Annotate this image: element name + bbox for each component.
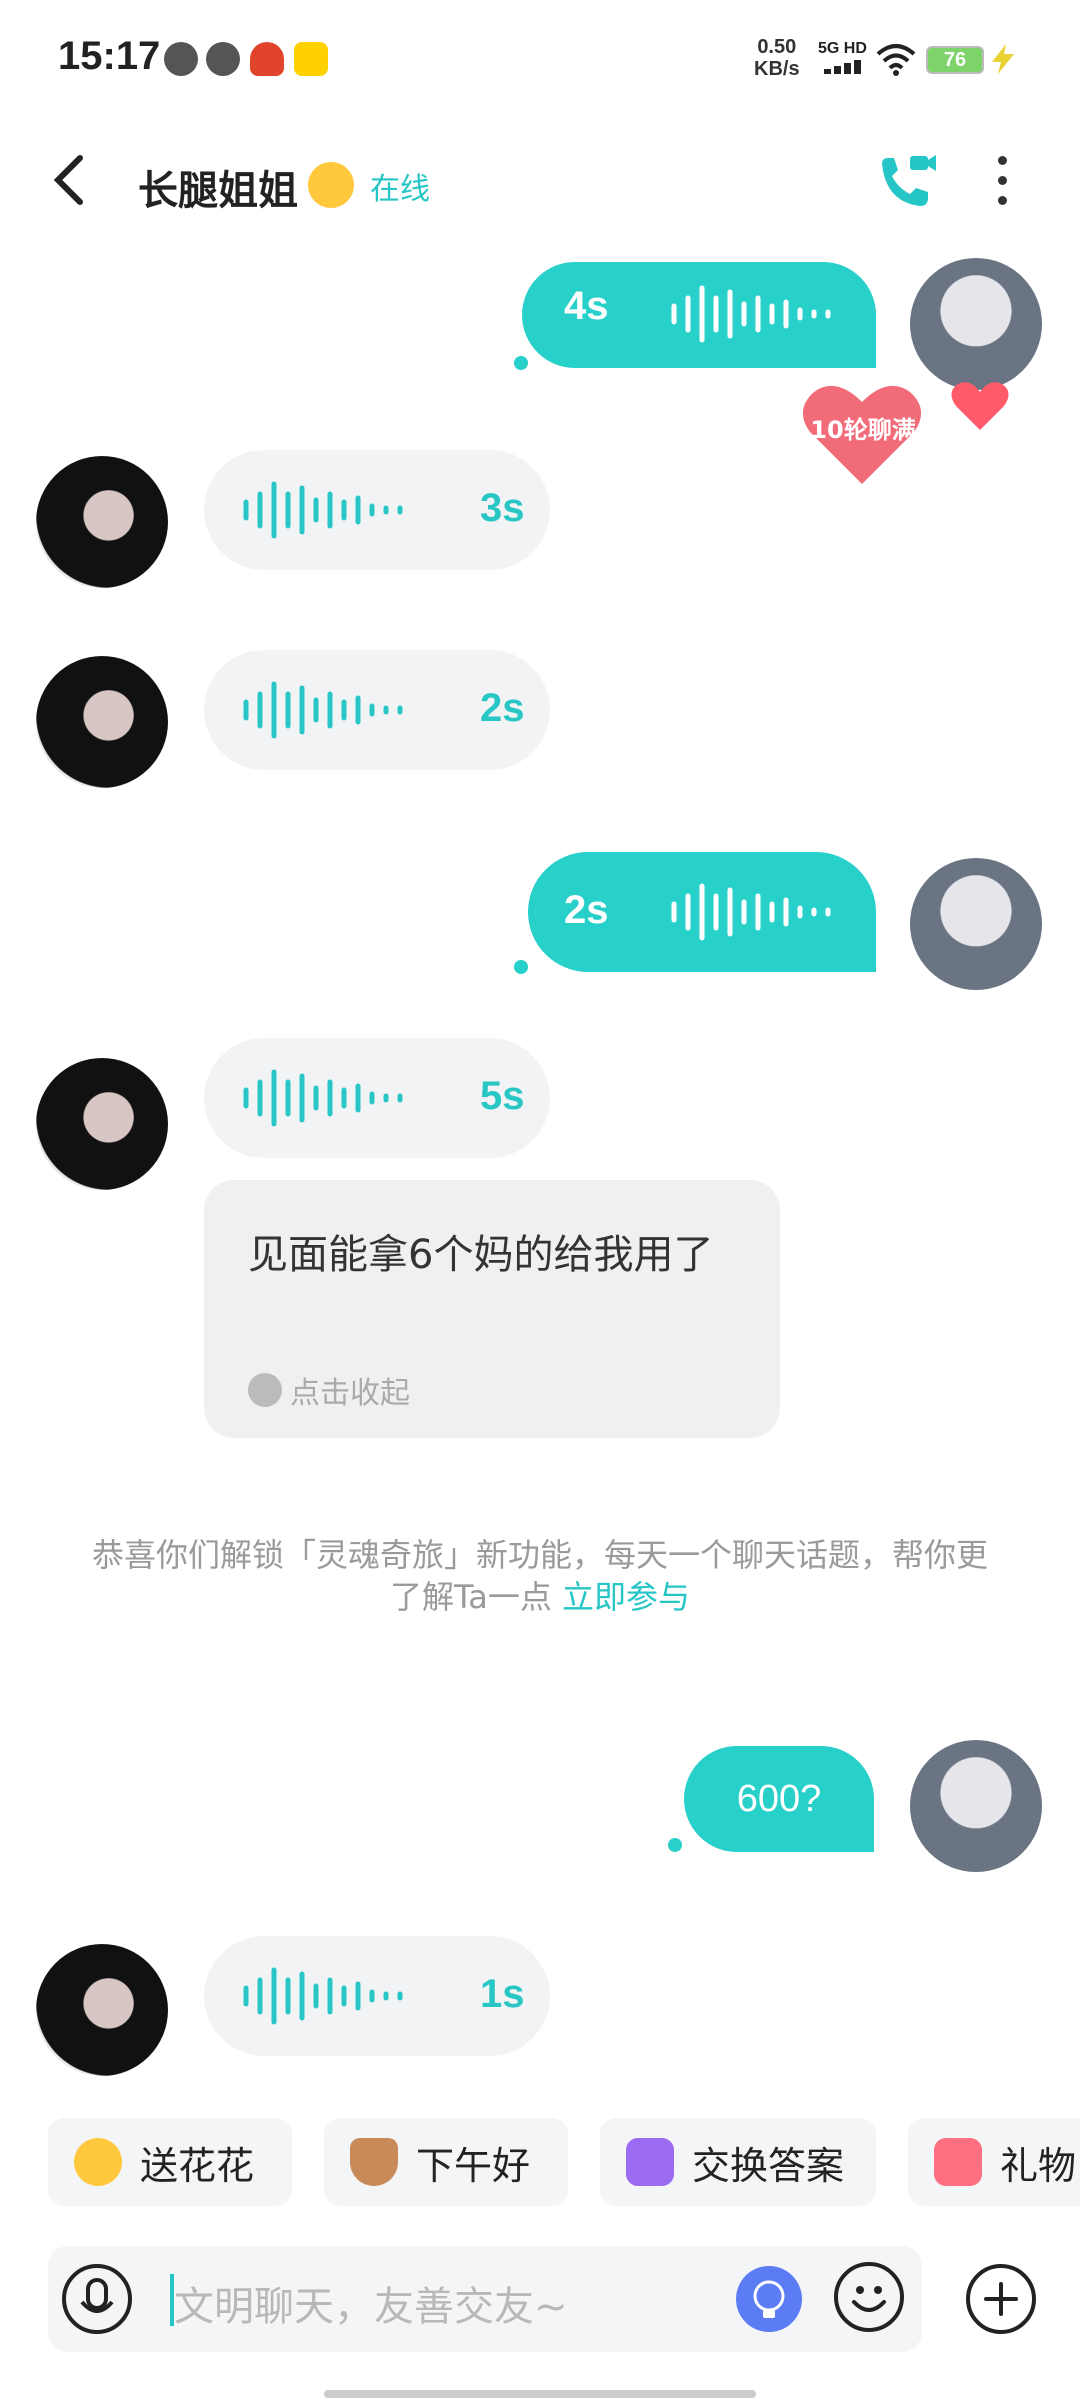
online-status: 在线 — [370, 172, 430, 207]
voice-duration: 1s — [480, 1972, 525, 2016]
more-menu-icon[interactable] — [990, 152, 1014, 208]
message-icon — [206, 42, 240, 76]
voice-input-icon[interactable] — [62, 2264, 132, 2334]
voice-duration: 2s — [564, 888, 609, 932]
voice-wave-icon — [671, 285, 831, 343]
unread-dot — [514, 356, 528, 370]
heart-badge-label: 10轮聊满 — [810, 416, 916, 444]
check-icon — [248, 1373, 282, 1407]
signal-label: 5G HD — [818, 40, 867, 57]
video-call-icon[interactable] — [876, 150, 938, 212]
my-avatar[interactable] — [910, 1740, 1042, 1872]
home-indicator[interactable] — [324, 2390, 756, 2398]
back-arrow-icon[interactable] — [46, 150, 96, 210]
incoming-voice-message[interactable]: 3s — [204, 450, 550, 570]
wechat-icon — [164, 42, 198, 76]
system-notice-text: 恭喜你们解锁「灵魂奇旅」新功能，每天一个聊天话题，帮你更了解Ta一点 — [91, 1536, 988, 1616]
voice-wave-icon — [243, 681, 403, 739]
unread-dot — [668, 1838, 682, 1852]
kiss-emoji-icon — [308, 162, 354, 208]
voice-duration: 5s — [480, 1074, 525, 1118]
message-input[interactable]: 文明聊天，友善交友~ — [174, 2274, 568, 2332]
message-input-bar: 文明聊天，友善交友~ — [48, 2246, 922, 2352]
voice-wave-icon — [243, 481, 403, 539]
join-link[interactable]: 立即参与 — [562, 1578, 690, 1616]
wifi-icon — [876, 44, 916, 76]
my-avatar[interactable] — [910, 858, 1042, 990]
coffee-icon — [350, 2138, 398, 2186]
status-bar: 15:17 0.50 KB/s 5G HD 76 — [0, 0, 1080, 120]
collapse-label: 点击收起 — [290, 1376, 410, 1411]
chip-gift[interactable]: 礼物 — [908, 2118, 1080, 2206]
ai-assistant-icon[interactable] — [736, 2266, 802, 2332]
contact-avatar[interactable] — [36, 1058, 168, 1190]
gift-icon — [934, 2138, 982, 2186]
heart-icon — [951, 382, 1009, 430]
battery-icon: 76 — [926, 46, 984, 74]
collapse-button[interactable]: 点击收起 — [248, 1368, 410, 1412]
voice-wave-icon — [243, 1967, 403, 2025]
incoming-voice-message[interactable]: 1s — [204, 1936, 550, 2056]
app-notification-icon — [250, 42, 284, 76]
voice-wave-icon — [243, 1069, 403, 1127]
meituan-icon — [294, 42, 328, 76]
charging-icon — [992, 44, 1014, 74]
incoming-voice-message[interactable]: 5s — [204, 1038, 550, 1158]
contact-avatar[interactable] — [36, 656, 168, 788]
chip-exchange-answers[interactable]: 交换答案 — [600, 2118, 876, 2206]
outgoing-voice-message[interactable]: 4s — [522, 262, 876, 368]
contact-avatar[interactable] — [36, 1944, 168, 2076]
chip-send-flowers[interactable]: 送花花 — [48, 2118, 292, 2206]
status-time: 15:17 — [58, 34, 161, 78]
system-notice: 恭喜你们解锁「灵魂奇旅」新功能，每天一个聊天话题，帮你更了解Ta一点 立即参与 — [80, 1534, 1000, 1618]
voice-duration: 4s — [564, 284, 609, 328]
network-speed: 0.50 KB/s — [754, 36, 800, 80]
transcript-text: 见面能拿6个妈的给我用了 — [248, 1232, 714, 1278]
contact-name: 长腿姐姐 — [138, 168, 298, 214]
exchange-icon — [626, 2138, 674, 2186]
voice-wave-icon — [671, 883, 831, 941]
voice-duration: 2s — [480, 686, 525, 730]
chat-header: 长腿姐姐 在线 — [0, 120, 1080, 250]
voice-duration: 3s — [480, 486, 525, 530]
contact-avatar[interactable] — [36, 456, 168, 588]
outgoing-voice-message[interactable]: 2s — [528, 852, 876, 972]
add-icon[interactable] — [966, 2264, 1036, 2334]
voice-transcript-card: 见面能拿6个妈的给我用了 点击收起 — [204, 1180, 780, 1438]
chip-good-afternoon[interactable]: 下午好 — [324, 2118, 568, 2206]
unread-dot — [514, 960, 528, 974]
emoji-icon[interactable] — [834, 2262, 904, 2332]
quick-reply-chips: 送花花 下午好 交换答案 礼物 — [48, 2118, 1080, 2210]
outgoing-text-message[interactable]: 600? — [684, 1746, 874, 1852]
my-avatar[interactable] — [910, 258, 1042, 390]
flower-emoji-icon — [74, 2138, 122, 2186]
incoming-voice-message[interactable]: 2s — [204, 650, 550, 770]
signal-bars-icon — [824, 60, 868, 74]
